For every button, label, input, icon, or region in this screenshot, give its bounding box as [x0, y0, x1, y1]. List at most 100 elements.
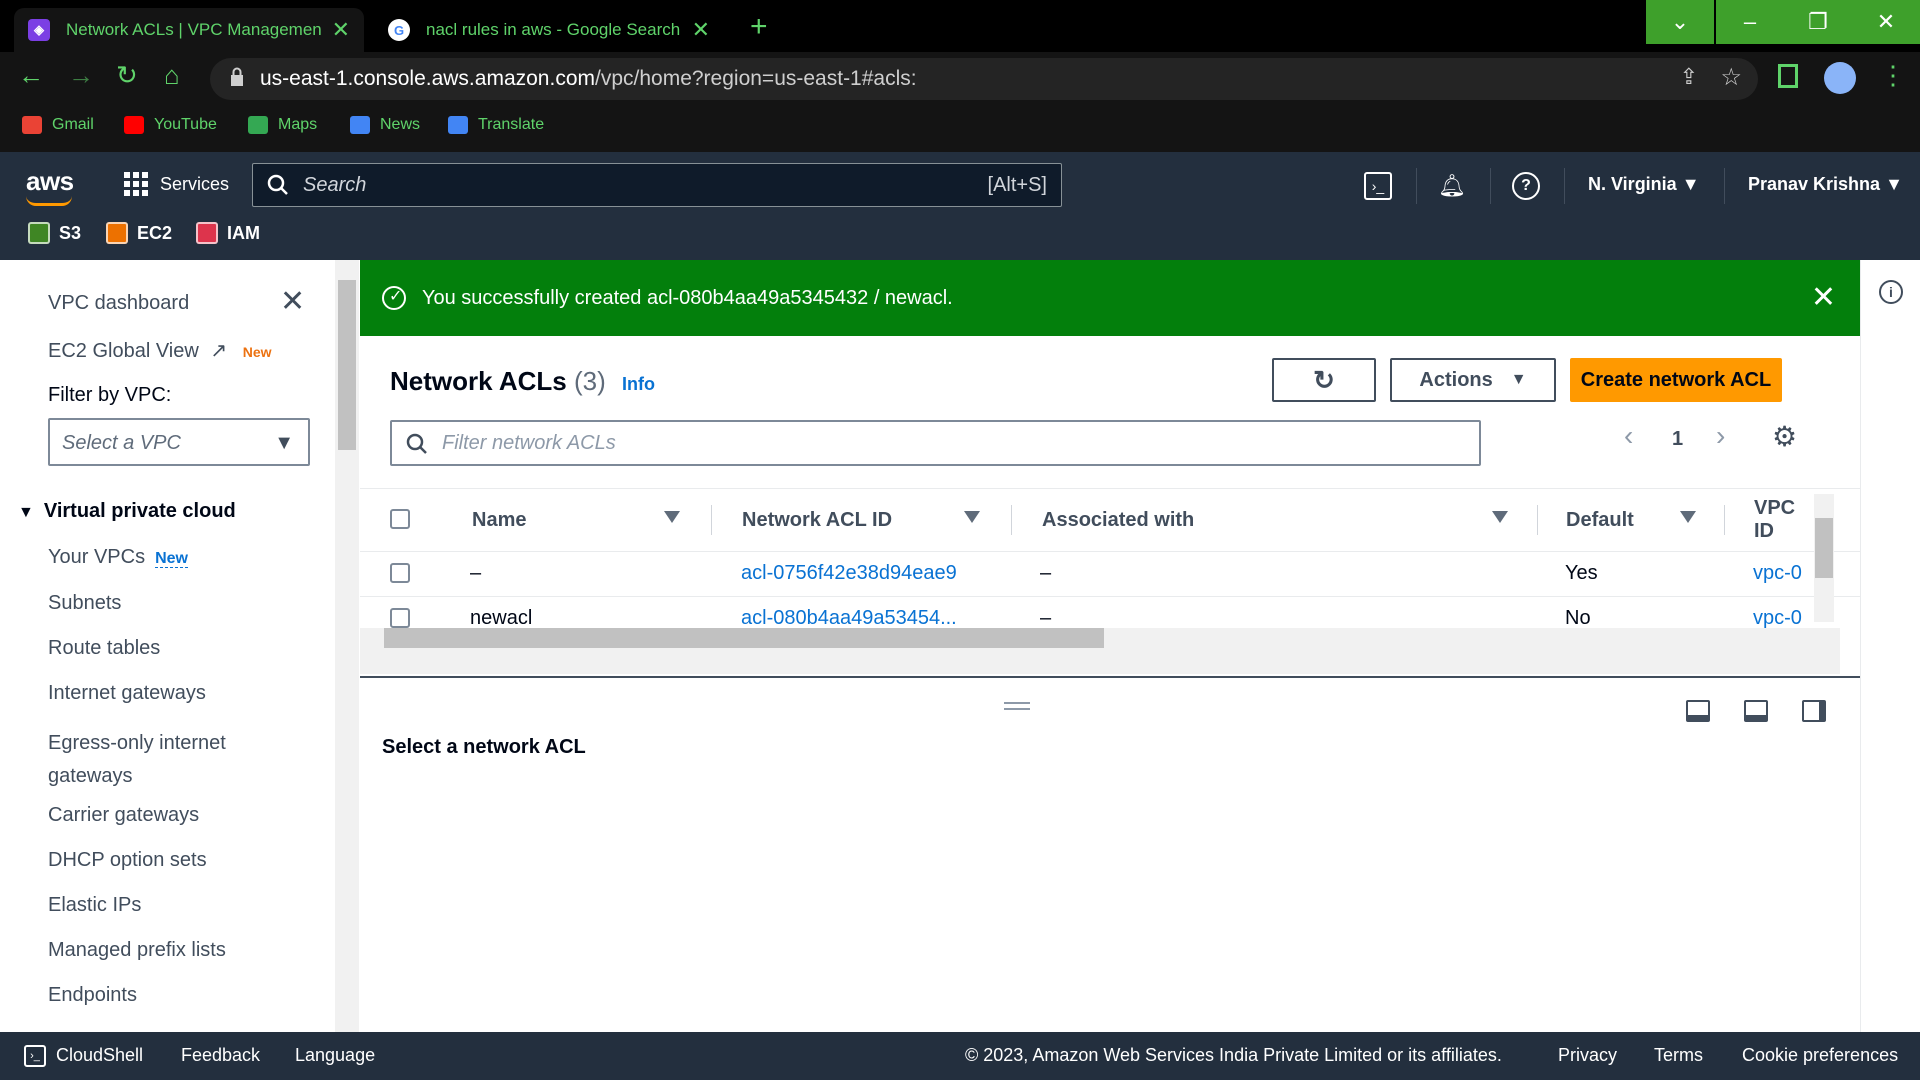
favorite-iam[interactable]: IAM: [196, 222, 260, 244]
side-panel-icon[interactable]: [1778, 64, 1798, 88]
info-circle-icon[interactable]: i: [1879, 280, 1903, 304]
cloudshell-link[interactable]: CloudShell: [56, 1045, 143, 1066]
services-label: Services: [160, 173, 230, 194]
aws-logo[interactable]: aws: [26, 166, 74, 206]
close-window-icon[interactable]: ✕: [1852, 0, 1920, 44]
sidebar-item-ec2-global-view[interactable]: EC2 Global View ↗ New: [48, 338, 272, 363]
sidebar-item-dhcp-option-sets[interactable]: DHCP option sets: [48, 849, 207, 872]
browser-tab-active[interactable]: ◈ Network ACLs | VPC Management C ✕: [14, 8, 364, 52]
refresh-button[interactable]: ↻: [1272, 358, 1376, 402]
bookmark-maps[interactable]: Maps: [248, 116, 317, 134]
bookmark-news[interactable]: News: [350, 116, 420, 134]
dismiss-flash-icon[interactable]: ✕: [1811, 280, 1836, 315]
new-tab-plus-icon[interactable]: +: [750, 10, 768, 44]
forward-arrow-icon[interactable]: →: [68, 60, 94, 91]
info-link[interactable]: Info: [622, 374, 655, 395]
actions-button[interactable]: Actions ▼: [1390, 358, 1556, 402]
column-header-default[interactable]: Default: [1566, 489, 1634, 551]
favorite-label: S3: [59, 222, 82, 243]
sort-icon[interactable]: [664, 511, 680, 523]
bookmark-star-icon[interactable]: ☆: [1720, 63, 1742, 92]
scrollbar-thumb[interactable]: [1815, 518, 1833, 578]
preferences-gear-icon[interactable]: ⚙: [1772, 420, 1797, 453]
sort-icon[interactable]: [1492, 511, 1508, 523]
sidebar-item-elastic-ips[interactable]: Elastic IPs: [48, 894, 141, 917]
section-virtual-private-cloud[interactable]: ▼ Virtual private cloud: [18, 500, 236, 523]
back-arrow-icon[interactable]: ←: [18, 60, 44, 91]
select-placeholder: Select a VPC: [62, 432, 181, 454]
account-menu[interactable]: Pranav Krishna ▼: [1748, 174, 1903, 195]
row-checkbox[interactable]: [390, 608, 410, 628]
column-header-name[interactable]: Name: [472, 489, 526, 551]
browser-tab[interactable]: G nacl rules in aws - Google Search ✕: [374, 8, 724, 52]
tab-search-chevron-icon[interactable]: ⌄: [1646, 0, 1714, 44]
sidebar-item-endpoints[interactable]: Endpoints: [48, 984, 137, 1007]
sidebar-item-subnets[interactable]: Subnets: [48, 592, 121, 615]
console-search-input[interactable]: Search [Alt+S]: [252, 163, 1062, 207]
sidebar-item-your-vpcs[interactable]: Your VPCs New: [48, 546, 188, 569]
close-sidebar-icon[interactable]: ✕: [280, 284, 305, 319]
bookmark-gmail[interactable]: Gmail: [22, 116, 94, 134]
cell-associated: –: [1040, 607, 1052, 629]
table-vertical-scrollbar[interactable]: [1814, 494, 1834, 622]
sort-icon[interactable]: [964, 511, 980, 523]
next-page-icon[interactable]: ›: [1716, 420, 1725, 452]
reload-icon[interactable]: ↻: [116, 60, 138, 91]
split-bottom-icon[interactable]: [1686, 700, 1710, 722]
previous-page-icon[interactable]: ‹: [1624, 420, 1633, 452]
sidebar-item-route-tables[interactable]: Route tables: [48, 637, 160, 660]
sidebar-item-egress-only-internet-gateways[interactable]: Egress-only internet gateways: [48, 727, 298, 793]
share-icon[interactable]: ⇪: [1680, 64, 1698, 90]
sidebar-item-vpc-dashboard[interactable]: VPC dashboard: [48, 292, 189, 315]
scrollbar-thumb[interactable]: [384, 628, 1104, 648]
row-checkbox[interactable]: [390, 563, 410, 583]
column-header-vpc-id[interactable]: VPC ID: [1754, 489, 1814, 551]
table-row[interactable]: – acl-0756f42e38d94eae9 – Yes vpc-0: [360, 551, 1860, 596]
resize-handle-icon[interactable]: [1004, 702, 1030, 710]
vpc-select-dropdown[interactable]: Select a VPC ▼: [48, 418, 310, 466]
scrollbar-thumb[interactable]: [338, 280, 356, 450]
cell-vpc-link[interactable]: vpc-0: [1753, 607, 1811, 630]
favorite-ec2[interactable]: EC2: [106, 222, 172, 244]
cookie-preferences-link[interactable]: Cookie preferences: [1742, 1045, 1898, 1066]
cell-acl-id-link[interactable]: acl-080b4aa49a53454...: [741, 607, 957, 630]
favorite-s3[interactable]: S3: [28, 222, 81, 244]
filter-network-acls-input[interactable]: Filter network ACLs: [390, 420, 1481, 466]
cloudshell-icon[interactable]: ›_: [1364, 172, 1392, 200]
bookmark-label: Maps: [278, 116, 318, 133]
horizontal-scrollbar[interactable]: [360, 628, 1840, 674]
privacy-link[interactable]: Privacy: [1558, 1045, 1617, 1066]
sidebar-scrollbar[interactable]: [335, 260, 359, 1032]
language-link[interactable]: Language: [295, 1045, 375, 1066]
bookmark-translate[interactable]: Translate: [448, 116, 544, 134]
profile-avatar-icon[interactable]: [1824, 62, 1856, 94]
select-all-checkbox[interactable]: [390, 509, 410, 529]
cell-vpc-link[interactable]: vpc-0: [1753, 562, 1811, 585]
chrome-menu-icon[interactable]: ⋮: [1880, 60, 1906, 91]
sort-icon[interactable]: [1680, 511, 1696, 523]
region-selector[interactable]: N. Virginia ▼: [1588, 174, 1700, 195]
home-icon[interactable]: ⌂: [164, 60, 180, 91]
create-network-acl-button[interactable]: Create network ACL: [1570, 358, 1782, 402]
column-header-network-acl-id[interactable]: Network ACL ID: [742, 489, 892, 551]
sidebar-item-carrier-gateways[interactable]: Carrier gateways: [48, 804, 199, 827]
column-header-associated-with[interactable]: Associated with: [1042, 489, 1194, 551]
split-side-icon[interactable]: [1802, 700, 1826, 722]
split-bottom-outline-icon[interactable]: [1744, 700, 1768, 722]
close-tab-icon[interactable]: ✕: [332, 17, 350, 43]
title-text: Network ACLs: [390, 366, 567, 396]
current-page-number[interactable]: 1: [1672, 428, 1683, 451]
cell-acl-id-link[interactable]: acl-0756f42e38d94eae9: [741, 562, 957, 585]
feedback-link[interactable]: Feedback: [181, 1045, 260, 1066]
terms-link[interactable]: Terms: [1654, 1045, 1703, 1066]
address-bar[interactable]: us-east-1.console.aws.amazon.com/vpc/hom…: [210, 58, 1758, 100]
close-tab-icon[interactable]: ✕: [692, 17, 710, 43]
restore-window-icon[interactable]: ❐: [1784, 0, 1852, 44]
notifications-bell-icon[interactable]: 🔔︎: [1438, 172, 1466, 200]
sidebar-item-managed-prefix-lists[interactable]: Managed prefix lists: [48, 939, 226, 962]
help-icon[interactable]: ?: [1512, 172, 1540, 200]
minimize-icon[interactable]: –: [1716, 0, 1784, 44]
sidebar-item-internet-gateways[interactable]: Internet gateways: [48, 682, 206, 705]
services-menu-button[interactable]: Services: [124, 172, 229, 196]
bookmark-youtube[interactable]: YouTube: [124, 116, 217, 134]
